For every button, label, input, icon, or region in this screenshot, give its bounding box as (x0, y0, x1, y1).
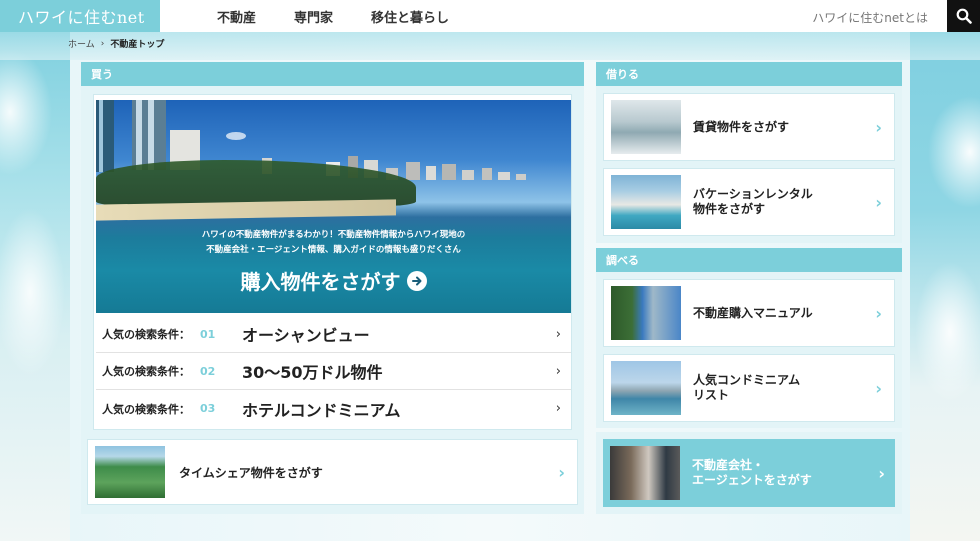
timeshare-label: タイムシェア物件をさがす (179, 465, 323, 480)
research-panel: 調べる 不動産購入マニュアル › 人気コンドミニアム リスト › (596, 248, 902, 428)
surf-background-right (910, 32, 980, 541)
search-button[interactable] (947, 0, 980, 32)
breadcrumb-separator: › (100, 38, 105, 49)
condition-label: 人気の検索条件： (102, 402, 190, 416)
site-logo[interactable]: ハワイに住むnet (0, 0, 160, 32)
research-heading: 調べる (596, 248, 902, 272)
timeshare-link[interactable]: タイムシェア物件をさがす › (87, 439, 578, 505)
breadcrumb: ホーム › 不動産トップ (68, 37, 165, 51)
condition-value: オーシャンビュー (242, 326, 370, 345)
surf-background-left (0, 32, 70, 541)
condition-value: 30〜50万ドル物件 (242, 363, 383, 382)
condo-list-thumbnail (611, 361, 681, 415)
condition-number: 02 (200, 364, 216, 378)
chevron-right-icon: › (555, 326, 561, 342)
search-condition-row[interactable]: 人気の検索条件： 03 ホテルコンドミニアム › (96, 390, 571, 427)
chevron-right-icon: › (878, 463, 885, 483)
condition-number: 03 (200, 402, 216, 415)
purchase-manual-label: 不動産購入マニュアル (693, 305, 813, 320)
chevron-right-icon: › (875, 303, 882, 323)
condition-number: 01 (200, 327, 216, 341)
purchase-search-label: 購入物件をさがす (240, 270, 401, 294)
vacation-rental-thumbnail (611, 175, 681, 229)
nav-item-living[interactable]: 移住と暮らし (371, 7, 449, 26)
site-header: ハワイに住むnet 不動産 専門家 移住と暮らし ハワイに住むnetとは (0, 0, 980, 32)
purchase-manual-link[interactable]: 不動産購入マニュアル › (603, 279, 895, 347)
hero-description: ハワイの不動産物件がまるわかり！不動産物件情報からハワイ現地の 不動産会社・エー… (96, 228, 571, 258)
buy-heading: 買う (81, 62, 584, 86)
hero-text-line2: 不動産会社・エージェント情報、購入ガイドの情報も盛りだくさん (206, 245, 461, 255)
about-link[interactable]: ハワイに住むnetとは (812, 9, 928, 26)
chevron-right-icon: › (875, 192, 882, 212)
search-condition-row[interactable]: 人気の検索条件： 01 オーシャンビュー › (96, 316, 571, 353)
breadcrumb-current: 不動産トップ (110, 40, 165, 50)
chevron-right-icon: › (558, 462, 565, 482)
chevron-right-icon: › (875, 378, 882, 398)
condition-label: 人気の検索条件： (102, 365, 190, 378)
timeshare-thumbnail (95, 446, 165, 498)
chevron-right-icon: › (875, 117, 882, 137)
buy-card: ハワイの不動産物件がまるわかり！不動産物件情報からハワイ現地の 不動産会社・エー… (93, 94, 572, 430)
hero-banner[interactable]: ハワイの不動産物件がまるわかり！不動産物件情報からハワイ現地の 不動産会社・エー… (96, 100, 571, 313)
breadcrumb-home[interactable]: ホーム (68, 37, 95, 50)
agent-search-label: 不動産会社・ エージェントをさがす (692, 458, 812, 487)
chevron-right-icon: › (555, 401, 561, 416)
purchase-search-cta[interactable]: 購入物件をさがす (96, 266, 571, 295)
rent-panel: 借りる 賃貸物件をさがす › バケーションレンタル 物件をさがす › (596, 62, 902, 243)
agent-thumbnail (610, 446, 680, 500)
arrow-circle-icon (406, 270, 427, 291)
condition-label: 人気の検索条件： (102, 328, 190, 341)
vacation-rental-label: バケーションレンタル 物件をさがす (693, 187, 813, 216)
rent-heading: 借りる (596, 62, 902, 86)
main-nav: 不動産 専門家 移住と暮らし (217, 7, 449, 26)
hero-text-line1: ハワイの不動産物件がまるわかり！不動産物件情報からハワイ現地の (201, 230, 466, 240)
condo-list-link[interactable]: 人気コンドミニアム リスト › (603, 354, 895, 422)
nav-item-experts[interactable]: 専門家 (294, 7, 333, 26)
condo-list-label: 人気コンドミニアム リスト (693, 373, 801, 402)
rental-label: 賃貸物件をさがす (693, 119, 790, 134)
purchase-manual-thumbnail (611, 286, 681, 340)
rental-search-link[interactable]: 賃貸物件をさがす › (603, 93, 895, 161)
agent-search-link[interactable]: 不動産会社・ エージェントをさがす › (603, 439, 895, 507)
search-icon (956, 8, 972, 24)
vacation-rental-link[interactable]: バケーションレンタル 物件をさがす › (603, 168, 895, 236)
rental-thumbnail (611, 100, 681, 154)
search-condition-row[interactable]: 人気の検索条件： 02 30〜50万ドル物件 › (96, 353, 571, 390)
chevron-right-icon: › (555, 363, 561, 379)
condition-value: ホテルコンドミニアム (242, 400, 401, 420)
nav-item-real-estate[interactable]: 不動産 (217, 7, 256, 26)
buy-panel: 買う ハワイの不動産物件がまるわかり！不動産物件情報からハワイ現地の 不動産会社… (81, 62, 584, 514)
